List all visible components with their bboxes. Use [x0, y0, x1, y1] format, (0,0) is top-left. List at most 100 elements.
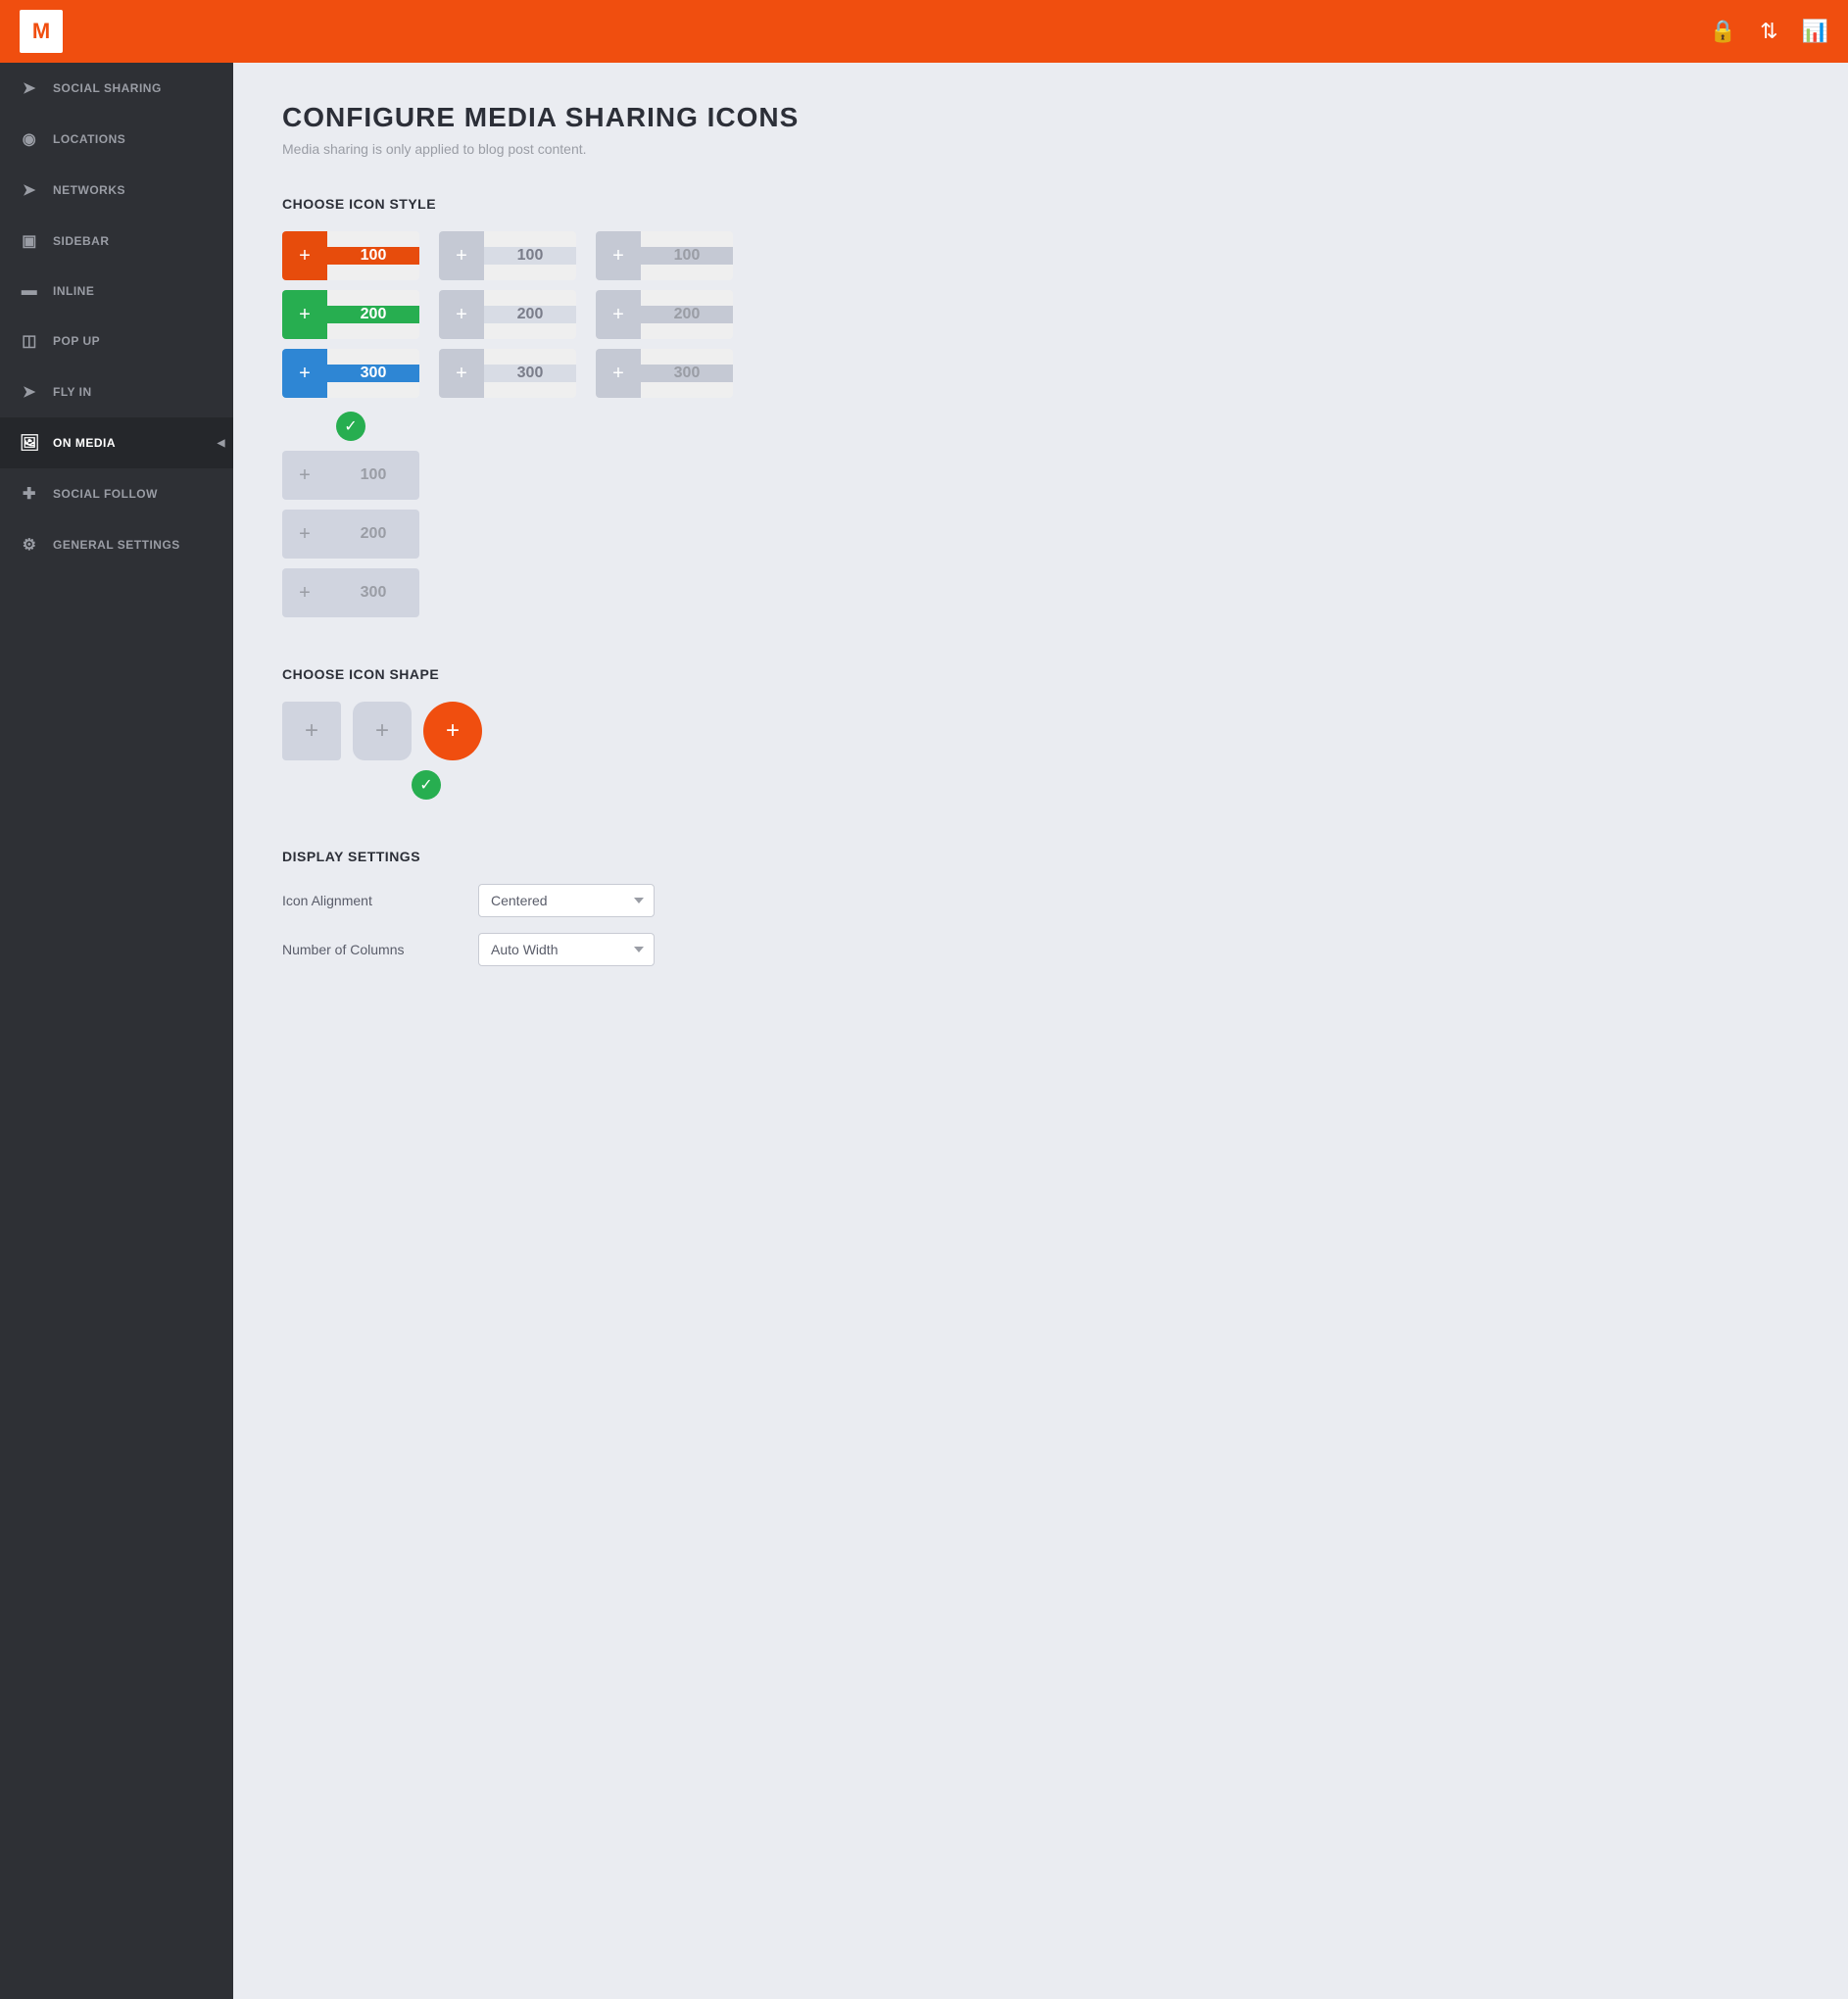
icon-style-col1: + 100 + 200 + 300 ✓: [282, 231, 419, 441]
content-area: Configure Media Sharing Icons Media shar…: [233, 63, 1848, 1999]
sidebar-item-social-follow[interactable]: ✚ Social Follow: [0, 468, 233, 519]
icon-style-btn-split-200[interactable]: + 200: [439, 290, 576, 339]
icon-style-plus-icon: +: [282, 349, 327, 398]
display-settings-section: Display Settings Icon Alignment Left Cen…: [282, 849, 1799, 966]
locations-icon: ◉: [20, 129, 39, 149]
shape-plus-icon: +: [446, 717, 460, 745]
chart-icon[interactable]: 📊: [1802, 19, 1828, 44]
sidebar: ➤ Social Sharing ◉ Locations ➤ Networks …: [0, 63, 233, 1999]
icon-style-label: 100: [327, 466, 419, 484]
shape-btn-circle[interactable]: +: [423, 702, 482, 760]
shape-btn-rounded[interactable]: +: [353, 702, 412, 760]
sidebar-item-sidebar[interactable]: ▣ Sidebar: [0, 216, 233, 267]
icon-alignment-select[interactable]: Left Centered Right: [478, 884, 655, 917]
icon-style-plus-icon: +: [439, 231, 484, 280]
icon-shape-section: Choose Icon Shape + + + ✓: [282, 666, 1799, 800]
icon-style-plus-icon: +: [439, 349, 484, 398]
icon-style-label: 200: [327, 306, 419, 323]
icon-style-plus-icon: +: [282, 231, 327, 280]
lock-icon[interactable]: 🔒: [1710, 19, 1736, 44]
icon-style-plus-icon: +: [282, 451, 327, 500]
sidebar-item-networks[interactable]: ➤ Networks: [0, 165, 233, 216]
col1-checkmark-container: ✓: [282, 412, 419, 441]
col1-checkmark: ✓: [336, 412, 365, 441]
fly-in-icon: ➤: [20, 382, 39, 402]
sidebar-label-fly-in: Fly In: [53, 385, 92, 399]
num-columns-row: Number of Columns Auto Width 1 2 3 4 5 6: [282, 933, 1799, 966]
icon-style-plus-icon: +: [439, 290, 484, 339]
sidebar-item-general-settings[interactable]: ⚙ General Settings: [0, 519, 233, 570]
icon-style-plus-icon: +: [596, 349, 641, 398]
icon-style-label: 100: [484, 247, 576, 265]
top-header: M 🔒 ⇅ 📊: [0, 0, 1848, 63]
icon-style-label: 200: [484, 306, 576, 323]
icon-style-btn-orange-100[interactable]: + 100: [282, 231, 419, 280]
logo[interactable]: M: [20, 10, 63, 53]
sidebar-label-general-settings: General Settings: [53, 538, 180, 552]
page-subtitle: Media sharing is only applied to blog po…: [282, 141, 1799, 157]
num-columns-label: Number of Columns: [282, 942, 478, 957]
icon-style-btn-icon-200[interactable]: + 200: [282, 510, 419, 559]
social-follow-icon: ✚: [20, 484, 39, 504]
icon-style-btn-flat-100[interactable]: + 100: [596, 231, 733, 280]
main-layout: ➤ Social Sharing ◉ Locations ➤ Networks …: [0, 63, 1848, 1999]
sidebar-icon: ▣: [20, 231, 39, 251]
icon-style-plus-icon: +: [596, 290, 641, 339]
icon-shape-title: Choose Icon Shape: [282, 666, 1799, 682]
icon-style-btn-green-200[interactable]: + 200: [282, 290, 419, 339]
page-title: Configure Media Sharing Icons: [282, 102, 1799, 133]
users-icon[interactable]: ⇅: [1760, 19, 1777, 44]
icon-style-title: Choose Icon Style: [282, 196, 1799, 212]
sidebar-label-networks: Networks: [53, 183, 125, 197]
sidebar-label-social-sharing: Social Sharing: [53, 81, 162, 95]
sidebar-label-on-media: On Media: [53, 436, 116, 450]
icon-style-plus-icon: +: [282, 290, 327, 339]
icon-style-plus-icon: +: [596, 231, 641, 280]
icon-style-btn-split-100[interactable]: + 100: [439, 231, 576, 280]
icon-style-plus-icon: +: [282, 568, 327, 617]
sidebar-label-popup: Pop Up: [53, 334, 100, 348]
social-sharing-icon: ➤: [20, 78, 39, 98]
display-settings-title: Display Settings: [282, 849, 1799, 864]
shape-checkmark-container: ✓: [282, 770, 1799, 800]
shape-btn-square[interactable]: +: [282, 702, 341, 760]
icon-style-label: 100: [327, 247, 419, 265]
icon-style-btn-flat-200[interactable]: + 200: [596, 290, 733, 339]
icon-alignment-row: Icon Alignment Left Centered Right: [282, 884, 1799, 917]
general-settings-icon: ⚙: [20, 535, 39, 555]
sidebar-label-sidebar: Sidebar: [53, 234, 110, 248]
inline-icon: ▬: [20, 282, 39, 300]
icon-style-plus-icon: +: [282, 510, 327, 559]
header-icons: 🔒 ⇅ 📊: [1710, 19, 1828, 44]
icon-style-label: 300: [327, 365, 419, 382]
shape-checkmark: ✓: [412, 770, 441, 800]
networks-icon: ➤: [20, 180, 39, 200]
shape-plus-icon: +: [305, 717, 318, 745]
sidebar-item-locations[interactable]: ◉ Locations: [0, 114, 233, 165]
icon-style-btn-blue-300[interactable]: + 300: [282, 349, 419, 398]
icon-style-btn-icon-100[interactable]: + 100: [282, 451, 419, 500]
popup-icon: ◫: [20, 331, 39, 351]
shape-plus-icon: +: [375, 717, 389, 745]
icon-style-label: 200: [641, 306, 733, 323]
icon-alignment-label: Icon Alignment: [282, 893, 478, 908]
icon-style-section: Choose Icon Style + 100 + 200 + 300: [282, 196, 1799, 617]
icon-style-col2: + 100 + 200 + 300: [439, 231, 576, 398]
sidebar-label-social-follow: Social Follow: [53, 487, 158, 501]
icon-style-btn-split-300[interactable]: + 300: [439, 349, 576, 398]
sidebar-item-inline[interactable]: ▬ Inline: [0, 267, 233, 316]
on-media-icon: 🖼: [20, 433, 39, 453]
sidebar-item-on-media[interactable]: 🖼 On Media: [0, 417, 233, 468]
icon-style-label: 300: [641, 365, 733, 382]
icon-style-btn-icon-300[interactable]: + 300: [282, 568, 419, 617]
sidebar-item-social-sharing[interactable]: ➤ Social Sharing: [0, 63, 233, 114]
sidebar-item-popup[interactable]: ◫ Pop Up: [0, 316, 233, 366]
icon-style-label: 300: [484, 365, 576, 382]
num-columns-select[interactable]: Auto Width 1 2 3 4 5 6: [478, 933, 655, 966]
sidebar-label-locations: Locations: [53, 132, 125, 146]
icon-style-btn-flat-300[interactable]: + 300: [596, 349, 733, 398]
icon-style-col3: + 100 + 200 + 300: [596, 231, 733, 398]
sidebar-item-fly-in[interactable]: ➤ Fly In: [0, 366, 233, 417]
icon-shape-row: + + +: [282, 702, 1799, 760]
sidebar-label-inline: Inline: [53, 284, 94, 298]
